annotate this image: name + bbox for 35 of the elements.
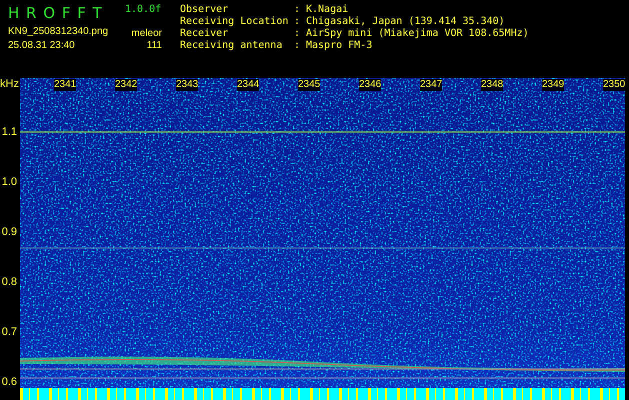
y-axis-unit: kHz [0,78,19,90]
x-axis-label: 2342 [115,79,137,91]
y-axis-label: 0.8 [2,275,18,289]
separator-colon: : [294,16,302,28]
info-label: Receiving antenna [180,40,284,52]
version-label: 1.0.0f [124,4,162,17]
mode-label: meleor [130,27,163,38]
y-axis-label: 0.7 [2,325,18,339]
y-axis-label: 0.9 [2,225,18,239]
x-axis-label: 2350 [603,79,625,91]
x-axis-label: 2346 [359,79,381,91]
x-axis-label: 2345 [298,79,320,91]
info-value: Maspro FM-3 [306,40,374,52]
info-value: Chigasaki, Japan (139.414 35.340) [306,16,506,28]
info-value: AirSpy mini (Miakejima VOR 108.65MHz) [306,28,529,40]
x-axis-label: 2341 [54,79,76,91]
info-label: Receiving Location [180,16,290,28]
y-axis-label: 1.1 [2,125,18,139]
filename-label: KN9_2508312340.png [8,25,110,38]
info-label: Observer [180,4,230,16]
x-axis-label: 2344 [237,79,259,91]
separator-colon: : [294,28,302,40]
separator-colon: : [294,4,302,16]
x-axis-label: 2349 [542,79,564,91]
x-axis-label: 2348 [481,79,503,91]
count-label: 111 [146,39,163,52]
app-name: H R O F F T [8,4,104,22]
info-label: Receiver [180,28,230,40]
y-axis-label: 0.6 [2,375,18,389]
date-time-label: 25.08.31 23:40 [8,39,76,52]
info-value: K.Nagai [306,4,350,16]
separator-colon: : [294,40,302,52]
y-axis-label: 1.0 [2,175,18,189]
x-axis-label: 2347 [420,79,442,91]
x-axis-label: 2343 [176,79,198,91]
